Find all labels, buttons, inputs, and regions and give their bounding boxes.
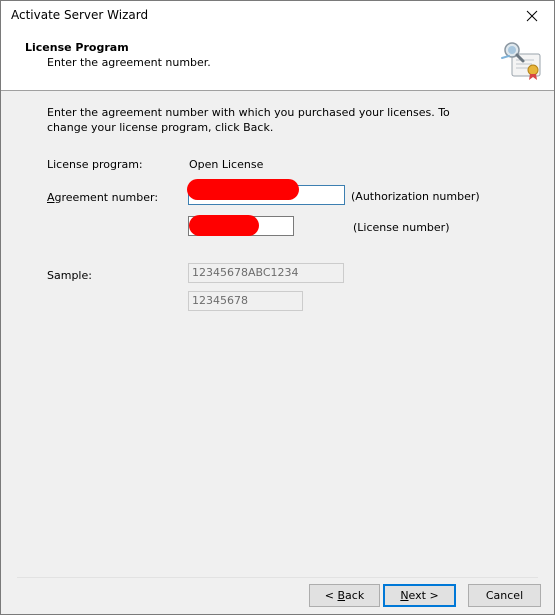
next-access-key: N [400,589,409,602]
license-number-caption: (License number) [353,221,450,234]
close-icon [526,10,538,21]
authorization-number-caption: (Authorization number) [351,190,480,203]
agreement-label-rest: greement number: [54,191,159,204]
title-bar: Activate Server Wizard [1,1,554,30]
wizard-header: License Program Enter the agreement numb… [1,30,554,91]
window-title: Activate Server Wizard [11,8,149,22]
sample-label: Sample: [47,269,92,282]
activate-server-wizard-window: Activate Server Wizard License Program E… [0,0,555,615]
back-access-key: B [337,589,346,602]
certificate-icon [501,42,541,80]
page-subtitle: Enter the agreement number. [47,56,211,69]
back-button[interactable]: < Back [309,584,380,607]
footer-divider [17,577,538,578]
redaction-mark-authorization [187,179,299,200]
agreement-number-label: Agreement number: [47,191,158,204]
wizard-content: Enter the agreement number with which yo… [1,91,554,577]
close-button[interactable] [510,1,554,30]
license-program-value: Open License [189,158,264,171]
intro-text: Enter the agreement number with which yo… [47,106,450,134]
next-button[interactable]: Next > [383,584,456,607]
agreement-access-key: A [47,191,55,204]
sample-license-field: 12345678 [188,291,303,311]
cancel-button[interactable]: Cancel [468,584,541,607]
redaction-mark-license [189,215,259,236]
license-program-label: License program: [47,158,143,171]
sample-authorization-field: 12345678ABC1234 [188,263,344,283]
page-title: License Program [25,41,129,54]
